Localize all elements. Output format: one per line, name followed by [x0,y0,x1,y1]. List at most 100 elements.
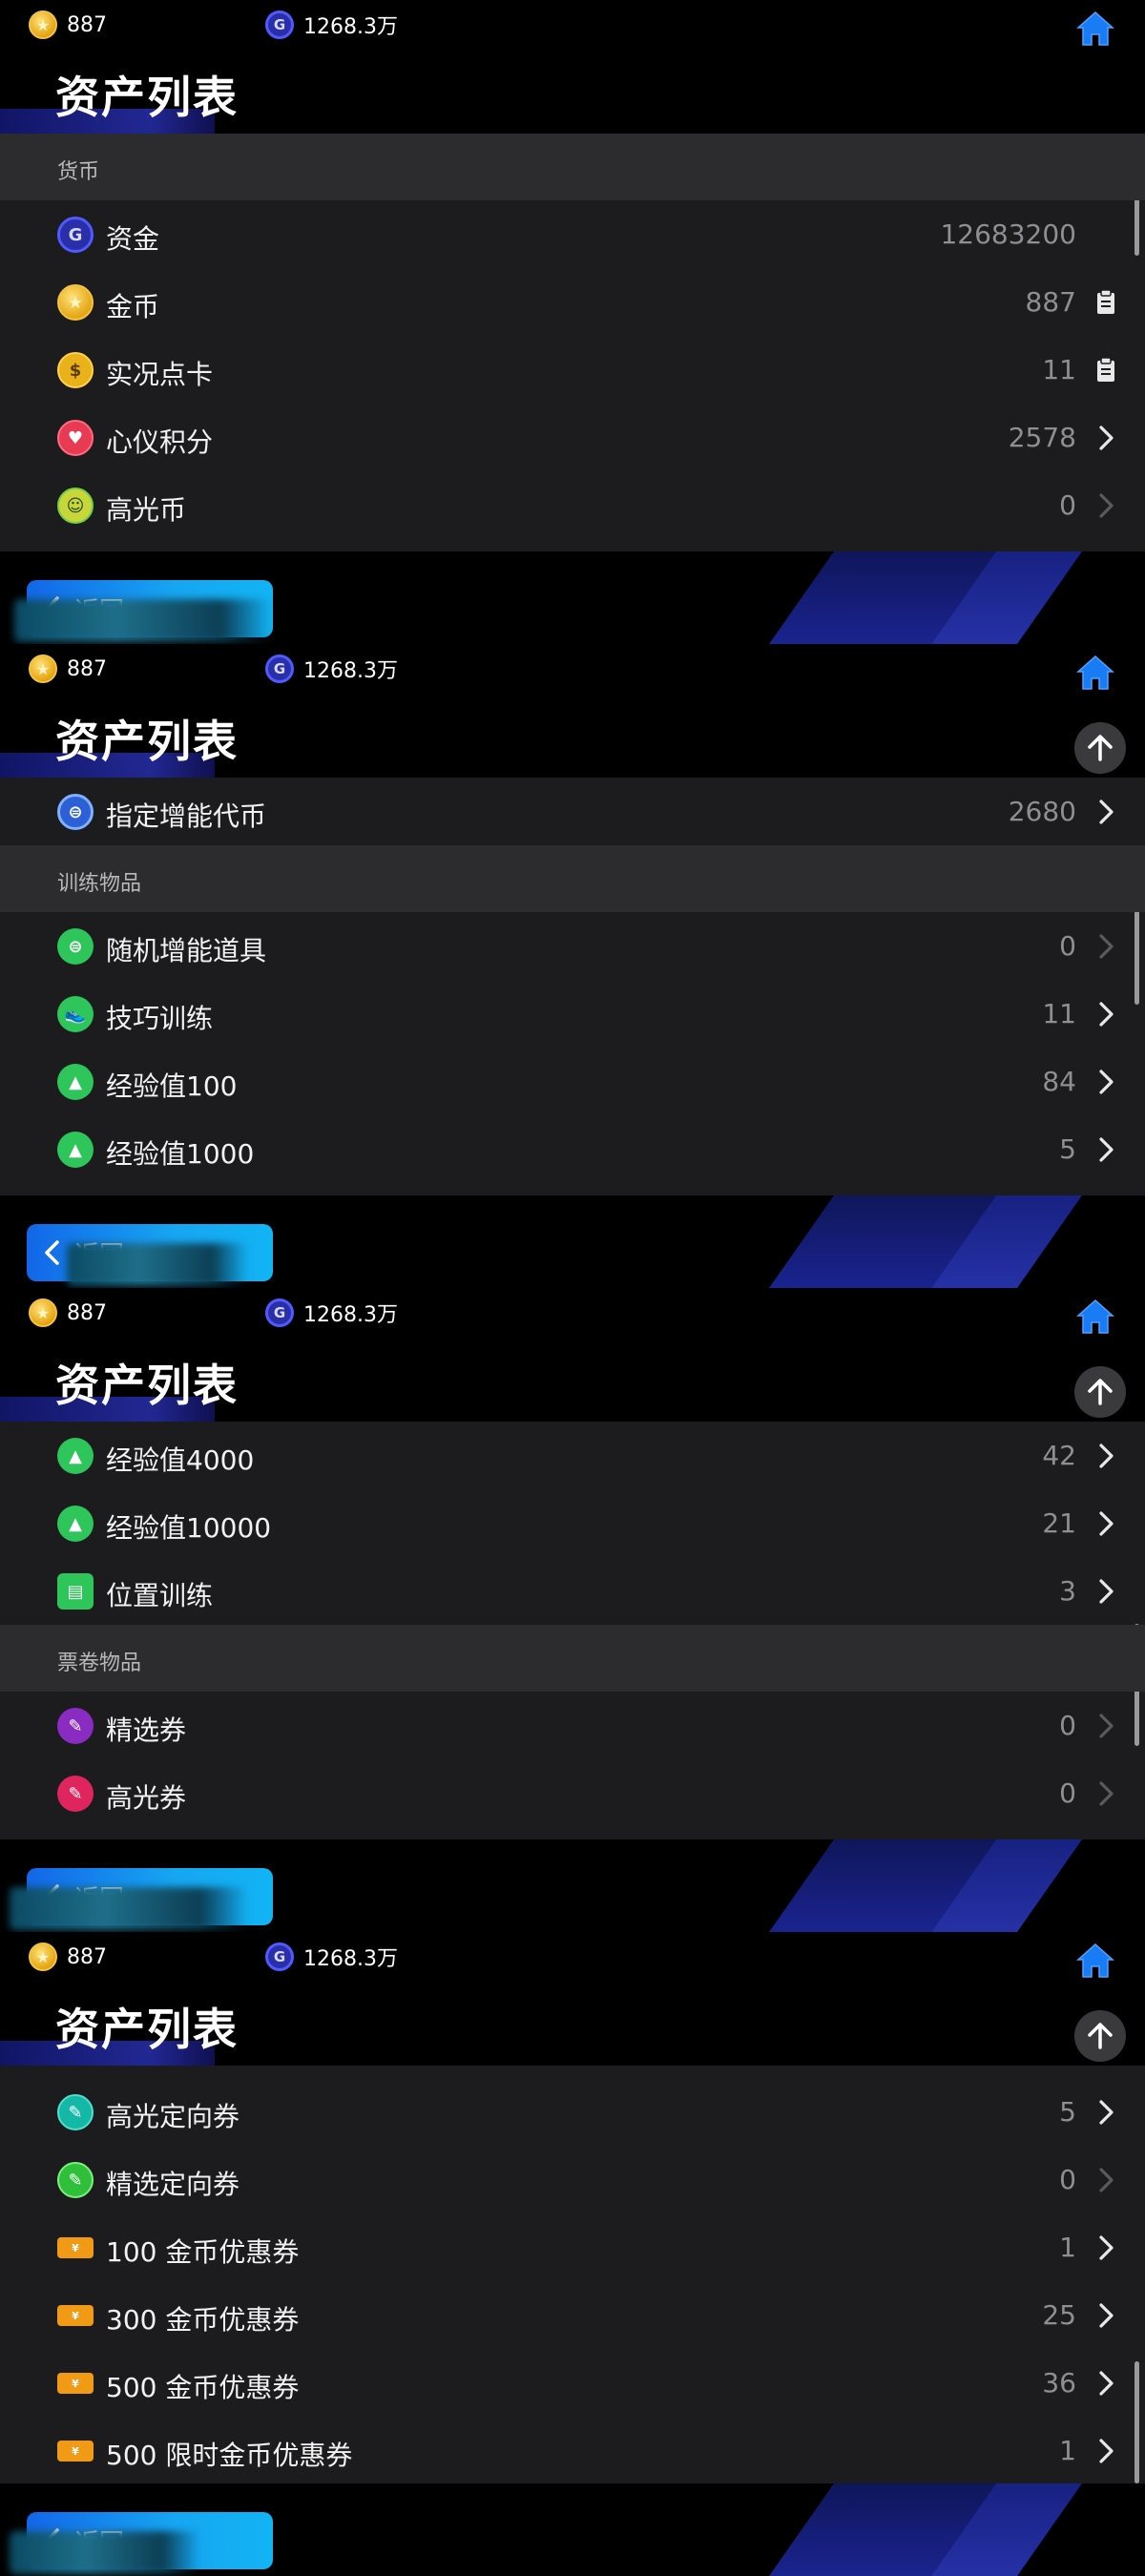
coin-star-icon: ★ [57,284,94,321]
green-ticket-icon: ✎ [57,2162,94,2198]
item-label: 实况点卡 [106,359,214,390]
asset-list[interactable]: ▲ 经验值4000 42 ▲ 经验值10000 21 ▤ 位置训练 3 票卷物品… [0,1422,1145,1839]
list-item-limited-coupon-500[interactable]: ¥ 500 限时金币优惠券 1 [0,2417,1145,2483]
list-item-selection-ticket[interactable]: ✎ 精选券 0 [0,1692,1145,1759]
section-header-label: 训练物品 [57,872,142,896]
coin-balance: ★ 887 [29,1942,107,1972]
item-count: 11 [1042,354,1076,385]
chevron-right-icon[interactable] [1092,1576,1120,1607]
list-item-coins[interactable]: ★ 金币 887 [0,268,1145,336]
asset-list[interactable]: 货币 G 资金 12683200 ★ 金币 887 $ 实况点卡 11 ♥ 心仪… [0,134,1145,551]
highlight-coin-icon: ☺ [57,488,94,524]
asset-list[interactable]: ⊜ 指定增能代币 2680 训练物品 ⊜ 随机增能道具 0 👟 技巧训练 11 … [0,778,1145,1195]
home-icon [1076,654,1114,690]
gold-balance: G 1268.3万 [265,654,398,684]
coin-balance: ★ 887 [29,654,107,684]
coin-star-icon: ★ [29,654,57,683]
chevron-right-icon[interactable] [1092,1067,1120,1097]
gold-balance-value: 1268.3万 [303,15,398,39]
chevron-right-icon[interactable] [1092,490,1120,521]
gold-balance: G 1268.3万 [265,1942,398,1972]
coin-balance-value: 887 [67,656,107,681]
cone-icon: ▲ [57,1064,94,1100]
chevron-right-icon[interactable] [1092,999,1120,1029]
chevron-right-icon[interactable] [1092,423,1120,453]
chevron-right-icon[interactable] [1092,1134,1120,1165]
title-band: 资产列表 [0,697,1145,778]
item-count: 0 [1059,489,1076,521]
copy-button[interactable] [1092,287,1120,318]
chevron-right-icon[interactable] [1092,2233,1120,2263]
chevron-right-icon[interactable] [1092,2097,1120,2128]
home-button[interactable] [1074,1940,1116,1982]
item-label: 经验值1000 [106,1138,255,1170]
item-count: 36 [1042,2367,1076,2399]
chevron-right-icon[interactable] [1092,2300,1120,2331]
chevron-right-icon[interactable] [1092,2165,1120,2195]
home-icon [1076,1942,1114,1978]
orange-coupon-icon: ¥ [57,2441,94,2462]
redacted-area [67,1243,248,1286]
list-item-live-points-card[interactable]: $ 实况点卡 11 [0,336,1145,404]
list-item-coupon-100[interactable]: ¥ 100 金币优惠券 1 [0,2213,1145,2281]
copy-button[interactable] [1092,355,1120,385]
chevron-right-icon[interactable] [1092,1508,1120,1539]
list-item-skill-training[interactable]: 👟 技巧训练 11 [0,980,1145,1048]
random-boost-icon: ⊜ [57,928,94,965]
coin-balance-value: 887 [67,12,107,37]
gold-g-icon: G [265,654,294,683]
scroll-to-top-button[interactable] [1074,1366,1126,1418]
list-item-exp-10000[interactable]: ▲ 经验值10000 21 [0,1489,1145,1557]
list-item-exp-100[interactable]: ▲ 经验值100 84 [0,1048,1145,1115]
gold-balance: G 1268.3万 [265,1298,398,1328]
list-item-exp-4000[interactable]: ▲ 经验值4000 42 [0,1422,1145,1489]
list-item-coupon-300[interactable]: ¥ 300 金币优惠券 25 [0,2281,1145,2349]
page-title: 资产列表 [55,2004,239,2055]
item-count: 5 [1059,2096,1076,2128]
scroll-to-top-button[interactable] [1074,722,1126,774]
item-count: 0 [1059,930,1076,962]
list-item-highlight-directed-ticket[interactable]: ✎ 高光定向券 5 [0,2078,1145,2146]
orange-coupon-icon: ¥ [57,2237,94,2258]
arrow-up-icon [1088,2023,1113,2049]
gold-balance-value: 1268.3万 [303,1303,398,1327]
item-label: 经验值4000 [106,1444,255,1476]
arrow-up-icon [1088,735,1113,761]
chevron-right-icon[interactable] [1092,797,1120,827]
chevron-right-icon[interactable] [1092,2436,1120,2466]
coin-star-icon: ★ [29,10,57,39]
list-item-exp-1000[interactable]: ▲ 经验值1000 5 [0,1115,1145,1183]
screen-capture-4: ★ 887 G 1268.3万 资产列表 ✎ 高光定向券 5 ✎ 精选定向券 0 [0,1932,1145,2576]
section-header-label: 票卷物品 [57,1652,142,1675]
chevron-right-icon[interactable] [1092,1711,1120,1741]
list-item-favor-points[interactable]: ♥ 心仪积分 2578 [0,404,1145,471]
chevron-right-icon[interactable] [1092,2368,1120,2399]
coin-balance-value: 887 [67,1944,107,1969]
home-button[interactable] [1074,652,1116,694]
list-item-position-training[interactable]: ▤ 位置训练 3 [0,1557,1145,1625]
item-count: 2578 [1008,422,1076,453]
chevron-right-icon[interactable] [1092,931,1120,962]
list-item-selection-directed-ticket[interactable]: ✎ 精选定向券 0 [0,2146,1145,2213]
cone-icon: ▲ [57,1506,94,1542]
home-button[interactable] [1074,8,1116,50]
list-item-random-boost-item[interactable]: ⊜ 随机增能道具 0 [0,912,1145,980]
chevron-right-icon[interactable] [1092,1441,1120,1471]
list-item-designated-boost-token[interactable]: ⊜ 指定增能代币 2680 [0,778,1145,845]
item-count: 1 [1059,2232,1076,2263]
home-icon [1076,10,1114,46]
list-item-coupon-500[interactable]: ¥ 500 金币优惠券 36 [0,2349,1145,2417]
list-item-funds[interactable]: G 资金 12683200 [0,200,1145,268]
boost-token-icon: ⊜ [57,794,94,830]
list-item-highlight-coins[interactable]: ☺ 高光币 0 [0,471,1145,539]
chevron-right-icon[interactable] [1092,1778,1120,1809]
asset-list[interactable]: ✎ 高光定向券 5 ✎ 精选定向券 0 ¥ 100 金币优惠券 1 ¥ 300 … [0,2066,1145,2483]
title-band: 资产列表 [0,1985,1145,2066]
scroll-to-top-button[interactable] [1074,2010,1126,2062]
list-item-highlight-ticket[interactable]: ✎ 高光券 0 [0,1759,1145,1827]
gold-g-icon: G [57,217,94,253]
bottom-bar: 返回 [0,2483,1145,2576]
home-button[interactable] [1074,1296,1116,1338]
redacted-area [10,1887,248,1930]
item-count: 887 [1025,286,1076,318]
